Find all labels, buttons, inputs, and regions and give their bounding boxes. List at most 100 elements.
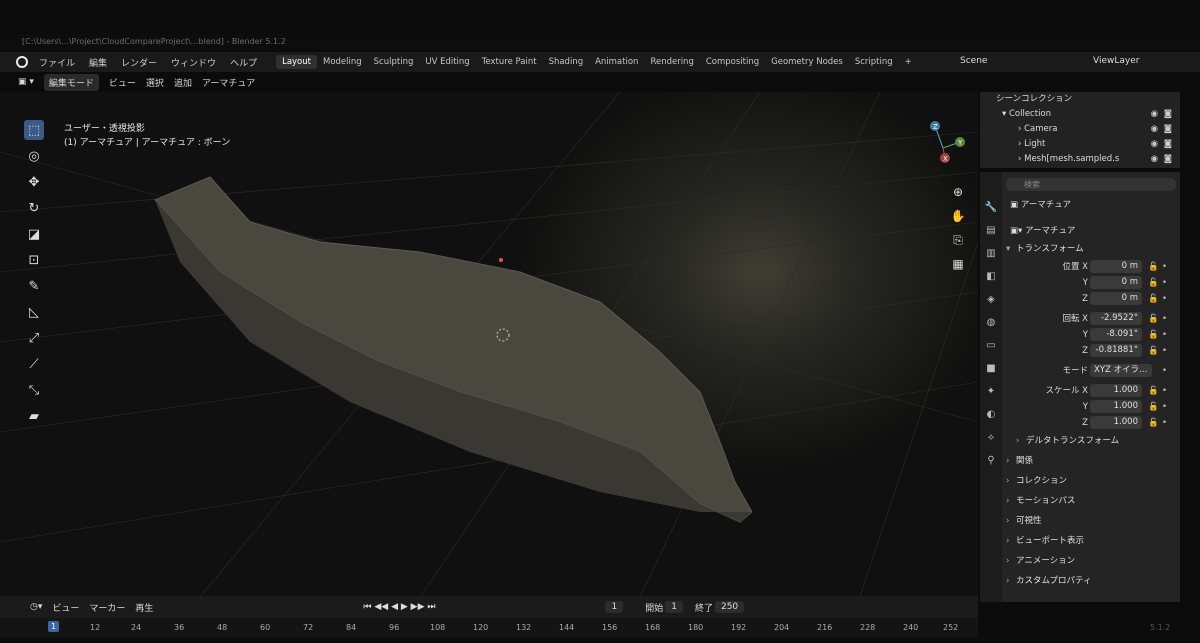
- timeline-menu-view[interactable]: ビュー: [52, 601, 79, 614]
- custom-properties-header[interactable]: › カスタムプロパティ: [1004, 571, 1180, 591]
- constraint-tab-icon[interactable]: ⟡: [980, 432, 1002, 455]
- add-workspace-icon[interactable]: +: [899, 57, 918, 67]
- viewport-menu-view[interactable]: ビュー: [109, 76, 136, 89]
- keyframe-dot-icon[interactable]: •: [1162, 363, 1167, 379]
- transform-tool-icon[interactable]: ⊡: [24, 250, 44, 270]
- lock-icon[interactable]: 🔓: [1148, 383, 1159, 399]
- menu-edit[interactable]: 編集: [82, 56, 114, 69]
- timeline-frame-ruler[interactable]: 1 12 24 36 48 60 72 84 96 108 120 132 14…: [0, 618, 1170, 638]
- motion-paths-header[interactable]: › モーションパス: [1004, 491, 1180, 511]
- workspace-tab-geometry-nodes[interactable]: Geometry Nodes: [765, 57, 849, 67]
- extrude-tool-icon[interactable]: ⤢: [24, 328, 44, 348]
- select-box-tool-icon[interactable]: ⬚: [24, 120, 44, 140]
- data-name-row[interactable]: ▣▾ アーマチュア: [1004, 223, 1180, 239]
- collection-tab-icon[interactable]: ▭: [980, 340, 1002, 363]
- menu-file[interactable]: ファイル: [32, 56, 82, 69]
- eye-icon[interactable]: ◉: [1151, 122, 1158, 137]
- visibility-header[interactable]: › 可視性: [1004, 511, 1180, 531]
- data-tab-icon[interactable]: ⚲: [980, 455, 1002, 478]
- render-tab-icon[interactable]: ▤: [980, 225, 1002, 248]
- scale-z-field[interactable]: 1.000: [1090, 416, 1142, 429]
- annotate-tool-icon[interactable]: ✎: [24, 276, 44, 296]
- workspace-tab-animation[interactable]: Animation: [589, 57, 644, 67]
- keyframe-dot-icon[interactable]: •: [1162, 311, 1167, 327]
- viewport-display-header[interactable]: › ビューポート表示: [1004, 531, 1180, 551]
- output-tab-icon[interactable]: ▥: [980, 248, 1002, 271]
- rotate-tool-icon[interactable]: ↻: [24, 198, 44, 218]
- keyframe-dot-icon[interactable]: •: [1162, 415, 1167, 431]
- workspace-tab-sculpting[interactable]: Sculpting: [368, 57, 420, 67]
- keyframe-dot-icon[interactable]: •: [1162, 327, 1167, 343]
- location-x-field[interactable]: 0 m: [1090, 260, 1142, 273]
- properties-search-input[interactable]: 検索: [1006, 178, 1176, 191]
- keyframe-dot-icon[interactable]: •: [1162, 275, 1167, 291]
- scene-tab-icon[interactable]: ◈: [980, 294, 1002, 317]
- rotation-x-field[interactable]: -2.9522°: [1090, 312, 1142, 325]
- lock-icon[interactable]: 🔓: [1148, 291, 1159, 307]
- outliner-scene-collection[interactable]: シーンコレクション: [980, 92, 1180, 107]
- current-frame-field[interactable]: 1: [605, 601, 624, 613]
- object-tab-icon[interactable]: ■: [980, 363, 1002, 386]
- keyframe-dot-icon[interactable]: •: [1162, 383, 1167, 399]
- ortho-toggle-icon[interactable]: ▦: [948, 257, 968, 281]
- outliner-item-mesh[interactable]: › Mesh[mesh.sampled.s ◉ ◙: [980, 152, 1180, 167]
- relations-header[interactable]: › 関係: [1004, 451, 1180, 471]
- location-y-field[interactable]: 0 m: [1090, 276, 1142, 289]
- workspace-tab-layout[interactable]: Layout: [276, 55, 317, 69]
- pan-hand-icon[interactable]: ✋: [948, 209, 968, 233]
- timeline-menu-playback[interactable]: 再生: [135, 601, 153, 614]
- eye-icon[interactable]: ◉: [1151, 137, 1158, 152]
- workspace-tab-uv-editing[interactable]: UV Editing: [419, 57, 475, 67]
- viewport-menu-add[interactable]: 追加: [174, 76, 192, 89]
- playback-controls[interactable]: ⏮ ◀◀ ◀ ▶ ▶▶ ⏭: [363, 602, 435, 612]
- scale-y-field[interactable]: 1.000: [1090, 400, 1142, 413]
- outliner-collection[interactable]: ▾ Collection ◉ ◙: [980, 107, 1180, 122]
- workspace-tab-shading[interactable]: Shading: [543, 57, 590, 67]
- menu-render[interactable]: レンダー: [114, 56, 164, 69]
- world-tab-icon[interactable]: ◍: [980, 317, 1002, 340]
- location-z-field[interactable]: 0 m: [1090, 292, 1142, 305]
- keyframe-dot-icon[interactable]: •: [1162, 343, 1167, 359]
- select-mode-icon[interactable]: ▣ ▾: [18, 77, 34, 87]
- scanned-mesh-object[interactable]: [154, 176, 753, 523]
- render-camera-icon[interactable]: ◙: [1164, 122, 1172, 137]
- rotation-y-field[interactable]: -8.091°: [1090, 328, 1142, 341]
- camera-view-icon[interactable]: ⎘: [948, 233, 968, 257]
- eye-icon[interactable]: ◉: [1151, 152, 1158, 167]
- transform-panel-header[interactable]: ▾ トランスフォーム: [1004, 239, 1180, 259]
- physics-tab-icon[interactable]: ◐: [980, 409, 1002, 432]
- lock-icon[interactable]: 🔓: [1148, 327, 1159, 343]
- animation-header[interactable]: › アニメーション: [1004, 551, 1180, 571]
- blender-logo-icon[interactable]: [16, 56, 28, 68]
- keyframe-dot-icon[interactable]: •: [1162, 399, 1167, 415]
- render-camera-icon[interactable]: ◙: [1164, 107, 1172, 122]
- view-layer-selector[interactable]: ViewLayer: [1093, 56, 1139, 66]
- workspace-tab-modeling[interactable]: Modeling: [317, 57, 368, 67]
- timeline-menu-marker[interactable]: マーカー: [89, 601, 125, 614]
- lock-icon[interactable]: 🔓: [1148, 399, 1159, 415]
- mode-dropdown[interactable]: 編集モード: [43, 73, 99, 91]
- bone-size-tool-icon[interactable]: ⟋: [24, 354, 44, 374]
- eye-icon[interactable]: ◉: [1151, 107, 1158, 122]
- move-tool-icon[interactable]: ✥: [24, 172, 44, 192]
- end-frame-field[interactable]: 250: [714, 601, 745, 613]
- start-frame-field[interactable]: 1: [665, 601, 683, 613]
- scene-selector[interactable]: Scene: [960, 56, 987, 66]
- delta-transform-header[interactable]: › デルタトランスフォーム: [1004, 431, 1180, 451]
- viewport-menu-armature[interactable]: アーマチュア: [202, 76, 255, 89]
- menu-window[interactable]: ウィンドウ: [164, 56, 223, 69]
- modifier-tab-icon[interactable]: ✦: [980, 386, 1002, 409]
- navigation-gizmo[interactable]: Z Y X: [905, 118, 975, 178]
- rotation-z-field[interactable]: -0.81881°: [1090, 344, 1142, 357]
- viewport-menu-select[interactable]: 選択: [146, 76, 164, 89]
- measure-tool-icon[interactable]: ◺: [24, 302, 44, 322]
- zoom-icon[interactable]: ⊕: [948, 185, 968, 209]
- view-layer-tab-icon[interactable]: ◧: [980, 271, 1002, 294]
- keyframe-dot-icon[interactable]: •: [1162, 259, 1167, 275]
- rotation-mode-dropdown[interactable]: XYZ オイラ…: [1090, 364, 1152, 377]
- menu-help[interactable]: ヘルプ: [223, 56, 264, 69]
- cursor-tool-icon[interactable]: ◎: [24, 146, 44, 166]
- workspace-tab-scripting[interactable]: Scripting: [849, 57, 899, 67]
- scale-x-field[interactable]: 1.000: [1090, 384, 1142, 397]
- keyframe-dot-icon[interactable]: •: [1162, 291, 1167, 307]
